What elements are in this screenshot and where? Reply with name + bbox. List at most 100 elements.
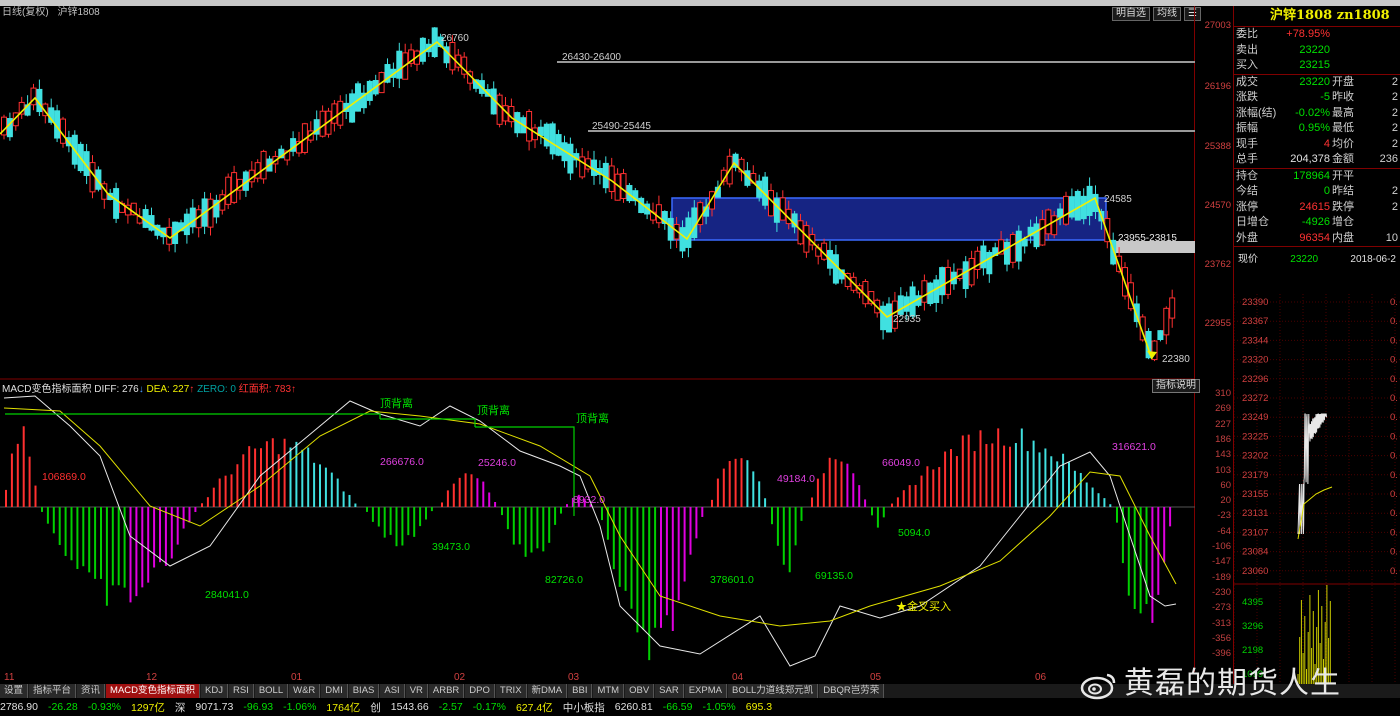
indicator-tab[interactable]: BIAS bbox=[348, 684, 380, 698]
indicator-tab[interactable]: 资讯 bbox=[77, 684, 106, 698]
quote-label: 今结 bbox=[1236, 185, 1258, 197]
dea-arrow-icon: ↑ bbox=[189, 384, 195, 395]
candle-body bbox=[880, 305, 887, 331]
red-area-arrow-icon: ↑ bbox=[291, 384, 297, 395]
status-value: 创 bbox=[370, 701, 381, 714]
mini-pct-tick: 0. bbox=[1390, 547, 1398, 558]
quote-label: 均价 bbox=[1332, 137, 1354, 150]
indicator-tab[interactable]: KDJ bbox=[201, 684, 228, 698]
mini-price-tick: 23155 bbox=[1242, 489, 1268, 500]
quote-value: 2 bbox=[1391, 137, 1398, 150]
price-tick: 27003 bbox=[1204, 20, 1231, 31]
indicator-tab[interactable]: ASI bbox=[380, 684, 405, 698]
annotation-resist2: 25490-25445 bbox=[592, 121, 651, 132]
candle-body bbox=[355, 83, 361, 112]
chart-area[interactable]: 26760 26430-26400 25490-25445 23955-2381… bbox=[0, 6, 1195, 672]
diff-line bbox=[3, 395, 1177, 667]
area-label: 378601.0 bbox=[710, 574, 754, 586]
dea-line bbox=[3, 407, 1177, 627]
area-label: 66049.0 bbox=[882, 457, 920, 469]
mini-pct-tick: 0. bbox=[1390, 451, 1398, 462]
quote-label: 日增仓 bbox=[1236, 216, 1269, 228]
annotation-high1: 26760 bbox=[441, 33, 469, 44]
quote-label: 最低 bbox=[1332, 122, 1354, 134]
macd-name[interactable]: MACD变色指标面积 bbox=[2, 384, 91, 395]
watermark-text: 黄磊的期货人生 bbox=[1124, 666, 1341, 701]
quote-label: 成交 bbox=[1236, 75, 1258, 88]
candle-body bbox=[1009, 234, 1016, 263]
candlesticks bbox=[1, 27, 1176, 362]
candle-body bbox=[1063, 195, 1069, 225]
mini-price-tick: 23344 bbox=[1242, 335, 1268, 346]
indicator-tab[interactable]: 设置 bbox=[0, 684, 29, 698]
status-value: -0.17% bbox=[472, 701, 506, 713]
annotation-peak2: 24585 bbox=[1104, 194, 1132, 205]
indicator-tab[interactable]: DPO bbox=[465, 684, 495, 698]
mini-price-tick: 23320 bbox=[1242, 355, 1268, 366]
quote-label: 总手 bbox=[1236, 153, 1258, 165]
mini-price-tick: 23296 bbox=[1242, 374, 1268, 385]
quote-label: 开平 bbox=[1332, 169, 1354, 182]
quote-row: 涨停 24615 跌停 2 bbox=[1234, 200, 1400, 216]
candle-body bbox=[1015, 230, 1022, 262]
mini-volume-tick: 3296 bbox=[1242, 621, 1263, 632]
tick-label: 现价 bbox=[1238, 254, 1258, 265]
macd-tick: 186 bbox=[1215, 433, 1231, 445]
macd-tick: 143 bbox=[1215, 449, 1231, 461]
indicator-tab[interactable]: EXPMA bbox=[684, 684, 727, 698]
indicator-tab[interactable]: SAR bbox=[655, 684, 684, 698]
indicator-tab[interactable]: DMI bbox=[321, 684, 348, 698]
quote-label: 买入 bbox=[1236, 59, 1258, 71]
candle-body bbox=[189, 207, 196, 228]
indicator-tab[interactable]: 新DMA bbox=[527, 684, 568, 698]
candle-body bbox=[655, 204, 662, 224]
divergence-label-3: 顶背离 bbox=[576, 411, 609, 425]
indicator-tab[interactable]: DBQR岂劳荣 bbox=[819, 684, 885, 698]
quote-row: 买入 23215 bbox=[1234, 58, 1400, 74]
area-label: 266676.0 bbox=[380, 456, 424, 468]
indicator-tab[interactable]: MACD变色指标面积 bbox=[106, 684, 201, 698]
indicator-tab[interactable]: RSI bbox=[228, 684, 254, 698]
status-value: -2.57 bbox=[438, 701, 463, 713]
macd-tick: -147 bbox=[1211, 556, 1231, 568]
quote-row: 持仓 178964 开平 bbox=[1234, 169, 1400, 185]
quote-value: -0.02% bbox=[1295, 106, 1330, 119]
mini-pct-tick: 0. bbox=[1390, 393, 1398, 404]
candle-body bbox=[832, 254, 839, 284]
candle-body bbox=[1033, 223, 1040, 248]
area-label: 69135.0 bbox=[815, 570, 853, 582]
quote-row: 涨跌 -5 昨收 2 bbox=[1234, 90, 1400, 106]
indicator-tab[interactable]: BOLL力道线郑元凯 bbox=[727, 684, 819, 698]
mini-price-tick: 23390 bbox=[1242, 297, 1268, 308]
candle-body bbox=[768, 190, 774, 217]
mini-price-tick: 23272 bbox=[1242, 393, 1268, 404]
indicator-tab[interactable]: MTM bbox=[593, 684, 625, 698]
tick-value: 23220 bbox=[1290, 254, 1319, 265]
quote-value: -4926 bbox=[1301, 216, 1330, 228]
price-axis: 27003 26196 25388 24570 23762 22955 bbox=[1195, 6, 1233, 386]
indicator-tab[interactable]: TRIX bbox=[495, 684, 527, 698]
indicator-tab[interactable]: BBI bbox=[568, 684, 593, 698]
quote-label: 增仓 bbox=[1332, 216, 1354, 228]
intraday-chart[interactable]: 23390 0. 23367 0. 23344 0. 23320 0. 23296 0. 23272… bbox=[1234, 294, 1400, 684]
candle-body bbox=[773, 198, 780, 223]
macd-tick: 60 bbox=[1220, 479, 1231, 491]
indicator-tab[interactable]: BOLL bbox=[254, 684, 289, 698]
indicator-tab[interactable]: ARBR bbox=[428, 684, 465, 698]
date-tick: 03 bbox=[568, 672, 580, 683]
indicator-tab[interactable]: W&R bbox=[289, 684, 321, 698]
quote-value: 2 bbox=[1391, 122, 1398, 134]
indicator-tab[interactable]: 指标平台 bbox=[29, 684, 77, 698]
quote-value: 2 bbox=[1391, 200, 1398, 213]
quote-row: 卖出 23220 bbox=[1234, 43, 1400, 59]
quote-value: 96354 bbox=[1299, 231, 1330, 244]
quote-value: 2 bbox=[1391, 106, 1398, 119]
indicator-tab[interactable]: VR bbox=[405, 684, 428, 698]
indicator-help-button[interactable]: 指标说明 bbox=[1152, 379, 1200, 393]
status-value: -1.06% bbox=[283, 701, 317, 713]
area-label: 39473.0 bbox=[432, 541, 470, 553]
indicator-tab[interactable]: OBV bbox=[625, 684, 655, 698]
status-value: 9071.73 bbox=[195, 701, 234, 713]
candle-body bbox=[679, 227, 686, 252]
date-axis: 11 12 01 02 03 04 05 06 bbox=[0, 672, 1195, 684]
